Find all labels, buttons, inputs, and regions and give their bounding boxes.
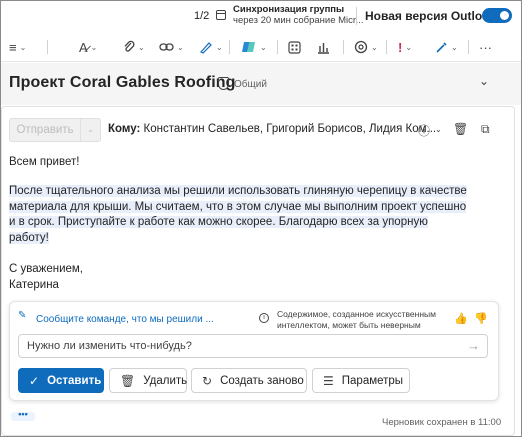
link-button[interactable]: ⌄ xyxy=(159,38,184,56)
apps-icon xyxy=(288,40,301,54)
copilot-icon xyxy=(242,42,255,52)
body-line: и в срок. Приступайте к работе как можно… xyxy=(9,216,428,228)
chevron-down-icon: ⌄ xyxy=(260,42,267,52)
chart-icon xyxy=(318,42,329,54)
new-outlook-label: Новая версия Outlook xyxy=(365,9,497,23)
options-label: Параметры xyxy=(341,374,404,387)
link-icon xyxy=(159,43,174,51)
sign-icon xyxy=(200,42,212,54)
help-icon[interactable]: ⓘ xyxy=(418,122,430,139)
body-line: материала для крыши. Мы считаем, что в э… xyxy=(9,200,467,213)
body-line: После тщательного анализа мы решили испо… xyxy=(9,185,467,197)
info-icon: i xyxy=(259,313,269,323)
chevron-down-icon: ⌄ xyxy=(451,42,458,52)
divider xyxy=(229,40,230,54)
new-outlook-toggle[interactable] xyxy=(482,8,512,23)
copilot-button[interactable]: ⌄ xyxy=(241,38,267,56)
keep-label: Оставить xyxy=(47,374,102,387)
subject-field[interactable]: Проект Coral Gables Roofing xyxy=(9,74,236,92)
chevron-down-icon: ⌄ xyxy=(371,42,378,52)
trash-icon: 🗑 xyxy=(120,373,136,388)
send-options-button[interactable]: ⌄ xyxy=(81,118,101,142)
item-pager[interactable]: 1/2 xyxy=(194,10,209,22)
body-paragraph: После тщательного анализа мы решили испо… xyxy=(9,184,467,246)
keep-button[interactable]: ✓ Оставить xyxy=(18,368,104,393)
upcoming-meeting-reminder[interactable]: Синхронизация группы через 20 мин собран… xyxy=(233,4,363,26)
chevron-down-icon: ⌄ xyxy=(138,42,145,52)
delete-draft-icon[interactable]: 🗑 xyxy=(453,122,468,136)
thumbs-down-icon[interactable]: 👎 xyxy=(474,312,488,325)
apps-button[interactable] xyxy=(288,38,301,56)
recipients: Константин Савельев, Григорий Борисов, Л… xyxy=(143,123,437,135)
regenerate-label: Создать заново xyxy=(220,374,304,387)
chevron-down-icon[interactable]: ⌄ xyxy=(479,74,489,88)
chevron-down-icon: ⌄ xyxy=(19,42,27,52)
copilot-sparkle-icon: ✎ xyxy=(18,310,27,321)
to-label: Кому: xyxy=(108,123,141,135)
compose-window: 1/2 Синхронизация группы через 20 мин со… xyxy=(0,0,522,437)
loop-icon xyxy=(354,40,368,54)
sensitivity-button[interactable]: ⌄ xyxy=(435,38,458,56)
chart-button[interactable] xyxy=(317,38,330,56)
greeting-line: Всем привет! xyxy=(9,156,80,168)
meeting-title: Синхронизация группы xyxy=(233,4,345,15)
to-field[interactable]: Кому: Константин Савельев, Григорий Бори… xyxy=(108,123,436,135)
format-painter-button[interactable]: A̷ ⌄ xyxy=(79,38,97,56)
sign-off-line: С уважением, xyxy=(9,263,83,275)
more-icon: ··· xyxy=(479,39,492,55)
format-icon: ≡ xyxy=(9,39,17,55)
divider xyxy=(356,7,357,25)
send-arrow-icon[interactable]: → xyxy=(467,338,480,353)
regenerate-button[interactable]: ↻ Создать заново xyxy=(191,368,307,393)
ribbon-toolbar: ≡ ⌄ A̷ ⌄ ⌄ ⌄ ⌄ ⌄ ⌄ ! ⌄ ⌄ ··· xyxy=(1,32,521,62)
thumbs-up-icon[interactable]: 👍 xyxy=(454,312,468,325)
divider xyxy=(277,40,278,54)
attach-icon xyxy=(124,40,135,52)
settings-sliders-icon: ☰ xyxy=(323,373,334,388)
checkmark-icon: ✓ xyxy=(29,373,40,388)
ai-disclaimer: Содержимое, созданное искусственным инте… xyxy=(277,309,436,330)
pop-out-icon[interactable]: ⧉ xyxy=(481,122,490,137)
chevron-down-icon: ⌄ xyxy=(90,42,98,52)
format-painter-icon: A̷ xyxy=(79,39,88,55)
more-options-button[interactable]: ··· xyxy=(479,38,492,56)
divider xyxy=(47,40,48,54)
calendar-icon xyxy=(216,10,226,20)
importance-icon: ! xyxy=(398,39,403,55)
loop-button[interactable]: ⌄ xyxy=(354,38,378,56)
delete-button[interactable]: 🗑 Удалить xyxy=(109,368,187,393)
divider xyxy=(343,40,344,54)
options-button[interactable]: ☰ Параметры xyxy=(312,368,410,393)
divider xyxy=(468,40,469,54)
divider xyxy=(386,40,387,54)
show-more-button[interactable]: ••• xyxy=(11,410,35,421)
chevron-down-icon: ⌄ xyxy=(216,42,223,52)
body-line: работу! xyxy=(9,231,49,244)
sensitivity-icon xyxy=(436,41,447,53)
format-options-button[interactable]: ≡ ⌄ xyxy=(9,38,26,56)
refresh-icon: ↻ xyxy=(202,373,213,388)
signature-line: Катерина xyxy=(9,279,59,291)
top-strip: 1/2 Синхронизация группы через 20 мин со… xyxy=(1,1,521,31)
attach-button[interactable]: ⌄ xyxy=(123,38,145,56)
signature-button[interactable]: ⌄ xyxy=(199,38,223,56)
copilot-prompt-text[interactable]: Сообщите команде, что мы решили ... xyxy=(36,314,214,325)
chevron-down-icon: ⌄ xyxy=(405,42,413,52)
chevron-down-icon[interactable]: ⌄ xyxy=(435,125,442,134)
shield-icon xyxy=(218,77,229,90)
importance-button[interactable]: ! ⌄ xyxy=(398,38,412,56)
draft-status: Черновик сохранен в 11:00 xyxy=(382,417,502,428)
visibility-label: Общий xyxy=(234,79,267,90)
copilot-refine-input[interactable] xyxy=(18,334,488,358)
delete-label: Удалить xyxy=(143,374,188,387)
send-button[interactable]: Отправить xyxy=(9,118,81,142)
chevron-down-icon: ⌄ xyxy=(177,42,184,52)
meeting-time: через 20 мин собрание Micr... xyxy=(233,15,364,26)
